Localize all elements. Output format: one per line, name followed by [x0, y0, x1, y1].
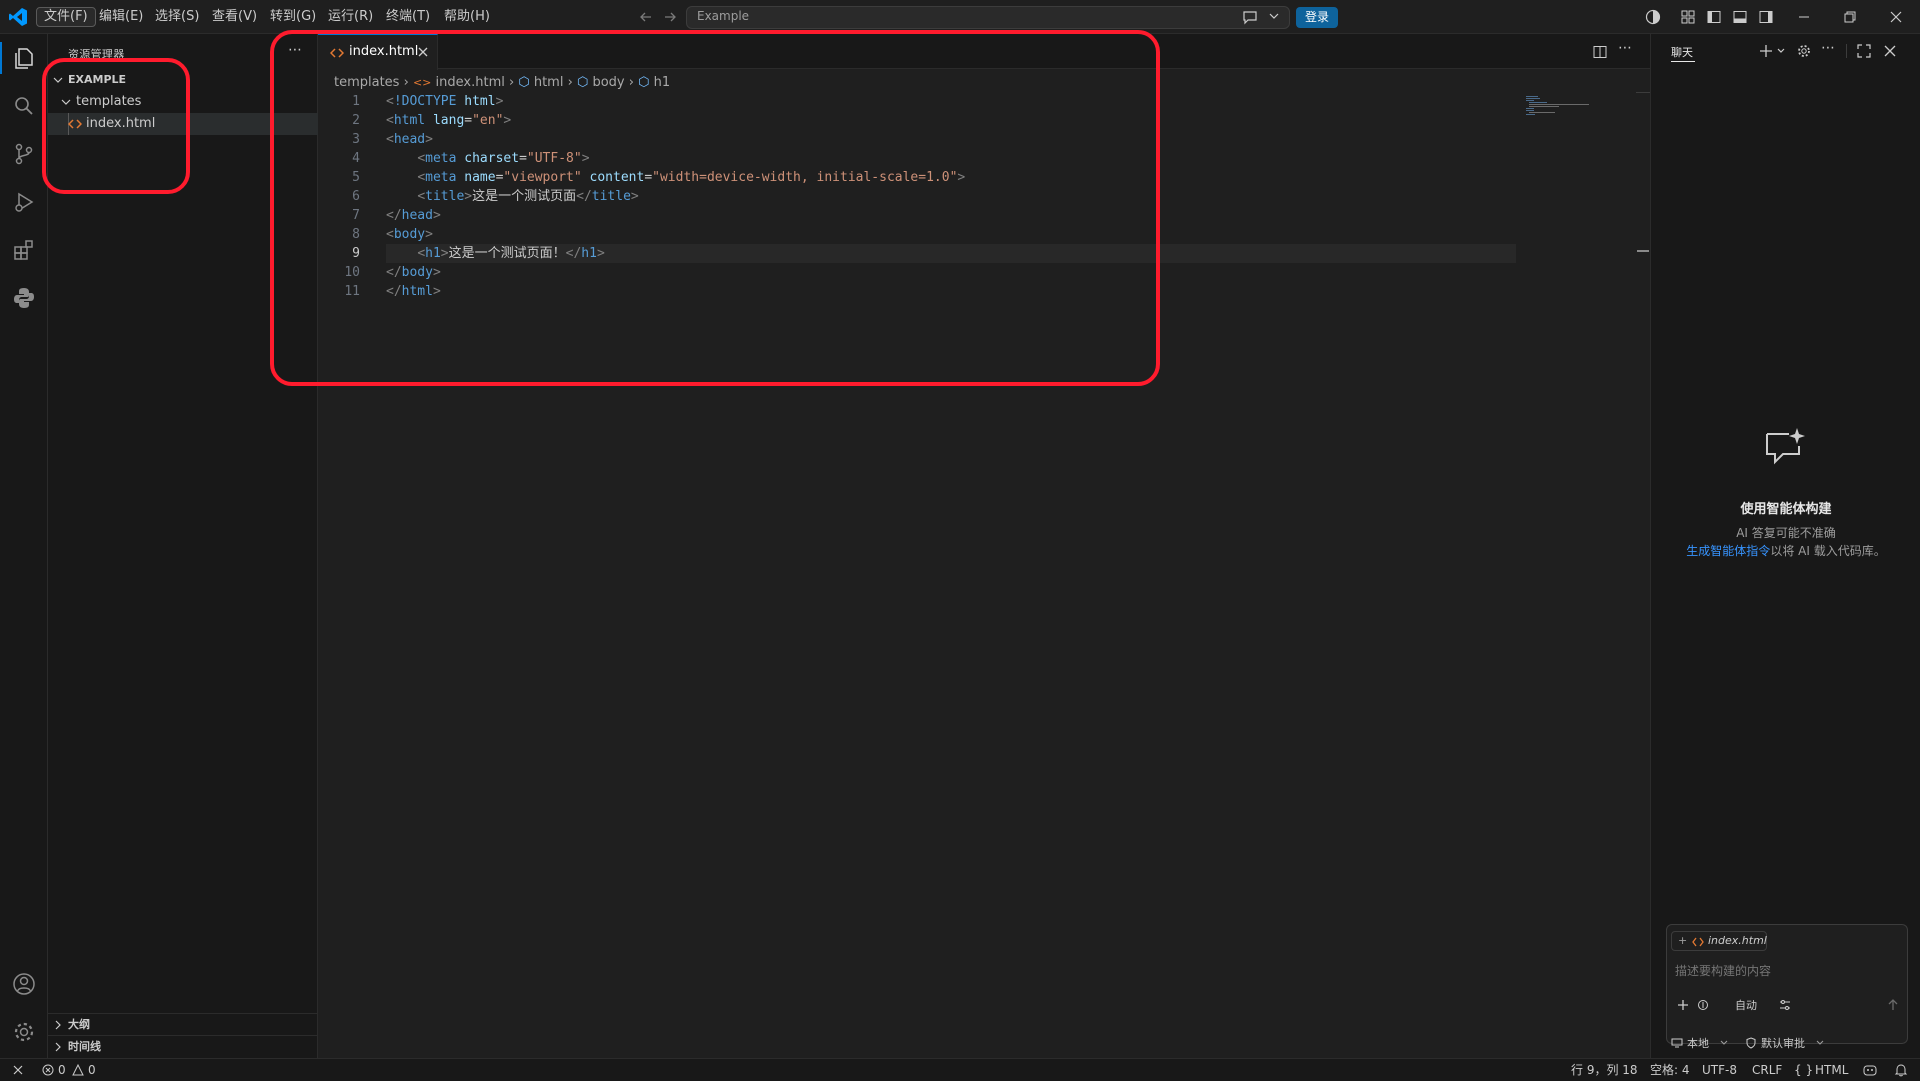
chevron-right-icon — [52, 1041, 64, 1053]
annotation-ring-explorer — [42, 58, 190, 194]
context-attachment[interactable]: + index.html — [1671, 931, 1767, 951]
context-file-label: index.html — [1708, 934, 1767, 947]
line-ending[interactable]: CRLF — [1752, 1059, 1782, 1081]
annotation-ring-editor — [270, 30, 1160, 386]
chat-tab-underline — [1671, 61, 1695, 62]
copilot-icon[interactable] — [1645, 9, 1661, 25]
source-control-icon[interactable] — [10, 140, 38, 168]
activity-bar — [0, 34, 48, 1058]
error-icon[interactable] — [42, 1064, 54, 1076]
warning-count[interactable]: 0 — [88, 1059, 96, 1081]
menu-help[interactable]: 帮助(H) — [437, 7, 497, 27]
chat-heading: 使用智能体构建 — [1740, 502, 1832, 517]
extensions-icon[interactable] — [10, 236, 38, 264]
chat-hint: 生成智能体指令以将 AI 载入代码库。 — [1651, 542, 1920, 559]
menu-selection[interactable]: 选择(S) — [148, 7, 206, 27]
notifications-bell-icon[interactable] — [1894, 1063, 1908, 1077]
forward-arrow-icon[interactable] — [662, 9, 678, 25]
indentation[interactable]: 空格: 4 — [1650, 1059, 1690, 1081]
remote-icon[interactable] — [12, 1064, 24, 1076]
encoding[interactable]: UTF-8 — [1702, 1059, 1737, 1081]
html-file-icon — [1692, 937, 1704, 947]
chevron-down-icon[interactable] — [1719, 1038, 1729, 1048]
chat-sparkle-icon — [1763, 426, 1807, 466]
send-arrow-icon[interactable] — [1887, 999, 1899, 1011]
python-icon[interactable] — [10, 284, 38, 312]
chevron-right-icon — [52, 1019, 64, 1031]
menu-terminal[interactable]: 终端(T) — [379, 7, 437, 27]
split-editor-icon[interactable] — [1592, 44, 1608, 60]
login-button[interactable]: 登录 — [1296, 7, 1338, 28]
chat-input[interactable] — [1675, 961, 1899, 981]
command-center-search[interactable]: Example — [686, 6, 1290, 29]
restore-icon[interactable] — [1842, 9, 1858, 25]
mode-selector[interactable]: 自动 — [1735, 997, 1757, 1013]
configure-icon[interactable] — [1779, 999, 1791, 1011]
menu-view[interactable]: 查看(V) — [205, 7, 264, 27]
settings-gear-icon[interactable] — [10, 1018, 38, 1046]
minimize-icon[interactable] — [1796, 9, 1812, 25]
search-icon[interactable] — [10, 92, 38, 120]
timeline-label: 时间线 — [68, 1040, 101, 1053]
chat-title[interactable]: 聊天 — [1671, 44, 1693, 60]
run-debug-icon[interactable] — [10, 188, 38, 216]
shield-icon — [1745, 1037, 1757, 1049]
error-count[interactable]: 0 — [58, 1059, 66, 1081]
close-window-icon[interactable] — [1888, 9, 1904, 25]
maximize-icon[interactable] — [1857, 44, 1871, 58]
timeline-section[interactable]: 时间线 — [48, 1036, 318, 1058]
command-center-text: Example — [697, 9, 750, 23]
vscode-logo-icon — [8, 7, 28, 27]
chat-bubble-icon[interactable] — [1242, 9, 1258, 25]
chat-hint-suffix: 以将 AI 载入代码库。 — [1770, 544, 1886, 558]
chevron-down-icon[interactable] — [1268, 10, 1280, 22]
copilot-status-icon[interactable] — [1862, 1063, 1878, 1077]
plus-icon: + — [1678, 934, 1688, 947]
minimap[interactable] — [1524, 92, 1604, 132]
menu-run[interactable]: 运行(R) — [321, 7, 380, 27]
divider — [1846, 44, 1847, 58]
add-context-icon[interactable] — [1677, 999, 1689, 1011]
menu-file[interactable]: 文件(F) — [36, 7, 96, 27]
toggle-sidebar-icon[interactable] — [1706, 9, 1722, 25]
cursor-position[interactable]: 行 9，列 18 — [1571, 1059, 1638, 1081]
chevron-down-icon[interactable] — [1776, 46, 1786, 56]
chevron-down-icon[interactable] — [1815, 1038, 1825, 1048]
settings-gear-icon[interactable] — [1797, 44, 1811, 58]
cursor-position-marker — [1637, 250, 1649, 252]
tools-icon[interactable] — [1697, 999, 1709, 1011]
menu-edit[interactable]: 编辑(E) — [92, 7, 150, 27]
editor-area: index.html ⋯ templates › <> index.html ›… — [270, 30, 1650, 1058]
warning-icon[interactable] — [72, 1064, 84, 1076]
outline-label: 大纲 — [68, 1018, 90, 1031]
account-icon[interactable] — [10, 970, 38, 998]
toggle-secondary-sidebar-icon[interactable] — [1758, 9, 1774, 25]
close-panel-icon[interactable] — [1883, 44, 1897, 58]
active-indicator — [0, 42, 2, 74]
editor-scrollbar[interactable] — [1636, 92, 1650, 1052]
chat-panel: 聊天 ⋯ 使用智能体构建 AI 答复可能不准确 生成智能体指令以将 AI 载入代… — [1650, 34, 1920, 1058]
toggle-panel-icon[interactable] — [1732, 9, 1748, 25]
title-bar: 文件(F) 编辑(E) 选择(S) 查看(V) 转到(G) 运行(R) 终端(T… — [0, 0, 1920, 34]
menu-go[interactable]: 转到(G) — [263, 7, 323, 27]
chat-input-box[interactable]: + index.html 自动 — [1666, 924, 1908, 1044]
back-arrow-icon[interactable] — [638, 9, 654, 25]
outline-section[interactable]: 大纲 — [48, 1014, 318, 1036]
plus-icon[interactable] — [1759, 44, 1773, 58]
explorer-files-icon[interactable] — [10, 44, 38, 72]
customize-layout-icon[interactable] — [1680, 9, 1696, 25]
location-selector[interactable]: 本地 — [1687, 1035, 1709, 1051]
language-mode[interactable]: HTML — [1815, 1059, 1848, 1081]
braces-icon: { } — [1794, 1063, 1814, 1077]
approval-selector[interactable]: 默认审批 — [1761, 1035, 1805, 1051]
more-actions-icon[interactable]: ⋯ — [1618, 40, 1632, 56]
chat-note: AI 答复可能不准确 — [1736, 526, 1836, 540]
status-bar: 0 0 行 9，列 18 空格: 4 UTF-8 CRLF { } HTML — [0, 1058, 1920, 1080]
generate-instructions-link[interactable]: 生成智能体指令 — [1686, 544, 1770, 558]
monitor-icon — [1671, 1037, 1683, 1049]
more-actions-icon[interactable]: ⋯ — [1821, 40, 1835, 56]
